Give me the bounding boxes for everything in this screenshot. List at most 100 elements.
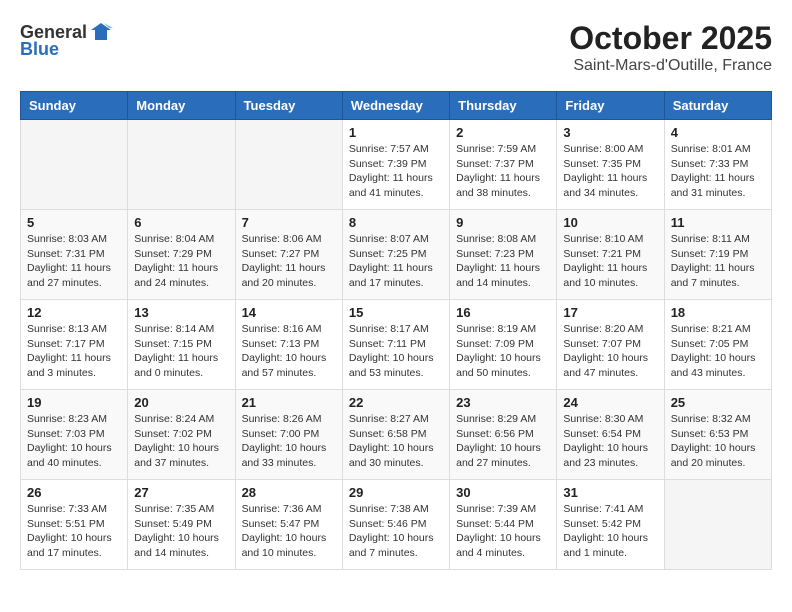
calendar-cell: 20 Sunrise: 8:24 AM Sunset: 7:02 PM Dayli… — [128, 390, 235, 480]
calendar-cell: 13 Sunrise: 8:14 AM Sunset: 7:15 PM Dayli… — [128, 300, 235, 390]
day-info: Sunrise: 7:41 AM Sunset: 5:42 PM Dayligh… — [563, 502, 657, 561]
day-info: Sunrise: 8:04 AM Sunset: 7:29 PM Dayligh… — [134, 232, 228, 291]
calendar-cell: 8 Sunrise: 8:07 AM Sunset: 7:25 PM Daylig… — [342, 210, 449, 300]
calendar-cell: 15 Sunrise: 8:17 AM Sunset: 7:11 PM Dayli… — [342, 300, 449, 390]
day-info: Sunrise: 8:29 AM Sunset: 6:56 PM Dayligh… — [456, 412, 550, 471]
weekday-header-sunday: Sunday — [21, 92, 128, 120]
day-info: Sunrise: 8:19 AM Sunset: 7:09 PM Dayligh… — [456, 322, 550, 381]
calendar-cell: 16 Sunrise: 8:19 AM Sunset: 7:09 PM Dayli… — [450, 300, 557, 390]
calendar-cell: 30Sunrise: 7:39 AM Sunset: 5:44 PM Dayli… — [450, 480, 557, 570]
day-number: 8 — [349, 215, 443, 230]
day-number: 16 — [456, 305, 550, 320]
day-number: 19 — [27, 395, 121, 410]
location-title: Saint-Mars-d'Outille, France — [569, 57, 772, 75]
calendar-cell: 12 Sunrise: 8:13 AM Sunset: 7:17 PM Dayli… — [21, 300, 128, 390]
weekday-header-friday: Friday — [557, 92, 664, 120]
day-info: Sunrise: 8:20 AM Sunset: 7:07 PM Dayligh… — [563, 322, 657, 381]
calendar-cell: 31 Sunrise: 7:41 AM Sunset: 5:42 PM Dayli… — [557, 480, 664, 570]
day-info: Sunrise: 8:08 AM Sunset: 7:23 PM Dayligh… — [456, 232, 550, 291]
day-info: Sunrise: 8:10 AM Sunset: 7:21 PM Dayligh… — [563, 232, 657, 291]
day-info: Sunrise: 8:14 AM Sunset: 7:15 PM Dayligh… — [134, 322, 228, 381]
calendar-cell: 24 Sunrise: 8:30 AM Sunset: 6:54 PM Dayli… — [557, 390, 664, 480]
day-number: 9 — [456, 215, 550, 230]
day-info: Sunrise: 8:01 AM Sunset: 7:33 PM Dayligh… — [671, 142, 765, 201]
calendar-cell: 7 Sunrise: 8:06 AM Sunset: 7:27 PM Daylig… — [235, 210, 342, 300]
day-number: 30 — [456, 485, 550, 500]
weekday-header-wednesday: Wednesday — [342, 92, 449, 120]
day-info: Sunrise: 7:36 AM Sunset: 5:47 PM Dayligh… — [242, 502, 336, 561]
day-number: 10 — [563, 215, 657, 230]
calendar-cell: 25 Sunrise: 8:32 AM Sunset: 6:53 PM Dayli… — [664, 390, 771, 480]
day-number: 27 — [134, 485, 228, 500]
calendar-cell: 14 Sunrise: 8:16 AM Sunset: 7:13 PM Dayli… — [235, 300, 342, 390]
day-info: Sunrise: 7:57 AM Sunset: 7:39 PM Dayligh… — [349, 142, 443, 201]
weekday-header-tuesday: Tuesday — [235, 92, 342, 120]
logo: General Blue — [20, 20, 113, 58]
day-info: Sunrise: 8:11 AM Sunset: 7:19 PM Dayligh… — [671, 232, 765, 291]
calendar-cell — [664, 480, 771, 570]
day-info: Sunrise: 8:24 AM Sunset: 7:02 PM Dayligh… — [134, 412, 228, 471]
day-number: 1 — [349, 125, 443, 140]
calendar-cell: 26Sunrise: 7:33 AM Sunset: 5:51 PM Dayli… — [21, 480, 128, 570]
day-number: 23 — [456, 395, 550, 410]
day-info: Sunrise: 8:23 AM Sunset: 7:03 PM Dayligh… — [27, 412, 121, 471]
calendar-week-row: 19 Sunrise: 8:23 AM Sunset: 7:03 PM Dayli… — [21, 390, 772, 480]
day-number: 18 — [671, 305, 765, 320]
calendar-cell — [21, 120, 128, 210]
day-number: 17 — [563, 305, 657, 320]
calendar-cell: 29 Sunrise: 7:38 AM Sunset: 5:46 PM Dayli… — [342, 480, 449, 570]
day-info: Sunrise: 8:07 AM Sunset: 7:25 PM Dayligh… — [349, 232, 443, 291]
calendar-cell: 2Sunrise: 7:59 AM Sunset: 7:37 PM Daylig… — [450, 120, 557, 210]
day-number: 13 — [134, 305, 228, 320]
day-number: 4 — [671, 125, 765, 140]
day-info: Sunrise: 8:13 AM Sunset: 7:17 PM Dayligh… — [27, 322, 121, 381]
calendar-table: SundayMondayTuesdayWednesdayThursdayFrid… — [20, 91, 772, 570]
month-title: October 2025 — [569, 20, 772, 57]
calendar-cell: 17 Sunrise: 8:20 AM Sunset: 7:07 PM Dayli… — [557, 300, 664, 390]
day-number: 11 — [671, 215, 765, 230]
calendar-cell: 19 Sunrise: 8:23 AM Sunset: 7:03 PM Dayli… — [21, 390, 128, 480]
day-number: 15 — [349, 305, 443, 320]
weekday-header-thursday: Thursday — [450, 92, 557, 120]
day-info: Sunrise: 8:16 AM Sunset: 7:13 PM Dayligh… — [242, 322, 336, 381]
calendar-cell: 6 Sunrise: 8:04 AM Sunset: 7:29 PM Daylig… — [128, 210, 235, 300]
day-number: 2 — [456, 125, 550, 140]
day-number: 3 — [563, 125, 657, 140]
calendar-week-row: 12 Sunrise: 8:13 AM Sunset: 7:17 PM Dayli… — [21, 300, 772, 390]
calendar-cell: 10 Sunrise: 8:10 AM Sunset: 7:21 PM Dayli… — [557, 210, 664, 300]
day-info: Sunrise: 8:17 AM Sunset: 7:11 PM Dayligh… — [349, 322, 443, 381]
calendar-cell: 3Sunrise: 8:00 AM Sunset: 7:35 PM Daylig… — [557, 120, 664, 210]
day-info: Sunrise: 8:26 AM Sunset: 7:00 PM Dayligh… — [242, 412, 336, 471]
day-info: Sunrise: 8:06 AM Sunset: 7:27 PM Dayligh… — [242, 232, 336, 291]
calendar-cell: 11 Sunrise: 8:11 AM Sunset: 7:19 PM Dayli… — [664, 210, 771, 300]
day-info: Sunrise: 8:27 AM Sunset: 6:58 PM Dayligh… — [349, 412, 443, 471]
calendar-week-row: 5Sunrise: 8:03 AM Sunset: 7:31 PM Daylig… — [21, 210, 772, 300]
calendar-week-row: 1 Sunrise: 7:57 AM Sunset: 7:39 PM Daylig… — [21, 120, 772, 210]
day-number: 20 — [134, 395, 228, 410]
day-info: Sunrise: 8:03 AM Sunset: 7:31 PM Dayligh… — [27, 232, 121, 291]
day-number: 25 — [671, 395, 765, 410]
day-info: Sunrise: 8:30 AM Sunset: 6:54 PM Dayligh… — [563, 412, 657, 471]
day-number: 31 — [563, 485, 657, 500]
calendar-cell — [235, 120, 342, 210]
day-number: 24 — [563, 395, 657, 410]
day-info: Sunrise: 8:21 AM Sunset: 7:05 PM Dayligh… — [671, 322, 765, 381]
calendar-cell — [128, 120, 235, 210]
logo-blue: Blue — [20, 40, 59, 58]
weekday-header-monday: Monday — [128, 92, 235, 120]
day-number: 6 — [134, 215, 228, 230]
calendar-cell: 1 Sunrise: 7:57 AM Sunset: 7:39 PM Daylig… — [342, 120, 449, 210]
day-number: 7 — [242, 215, 336, 230]
day-info: Sunrise: 8:32 AM Sunset: 6:53 PM Dayligh… — [671, 412, 765, 471]
day-number: 14 — [242, 305, 336, 320]
calendar-cell: 5Sunrise: 8:03 AM Sunset: 7:31 PM Daylig… — [21, 210, 128, 300]
day-number: 29 — [349, 485, 443, 500]
day-number: 26 — [27, 485, 121, 500]
logo-icon — [89, 20, 113, 44]
calendar-cell: 22Sunrise: 8:27 AM Sunset: 6:58 PM Dayli… — [342, 390, 449, 480]
day-number: 12 — [27, 305, 121, 320]
header: General Blue October 2025 Saint-Mars-d'O… — [20, 20, 772, 75]
calendar-cell: 4 Sunrise: 8:01 AM Sunset: 7:33 PM Daylig… — [664, 120, 771, 210]
calendar-cell: 28Sunrise: 7:36 AM Sunset: 5:47 PM Dayli… — [235, 480, 342, 570]
day-info: Sunrise: 7:38 AM Sunset: 5:46 PM Dayligh… — [349, 502, 443, 561]
